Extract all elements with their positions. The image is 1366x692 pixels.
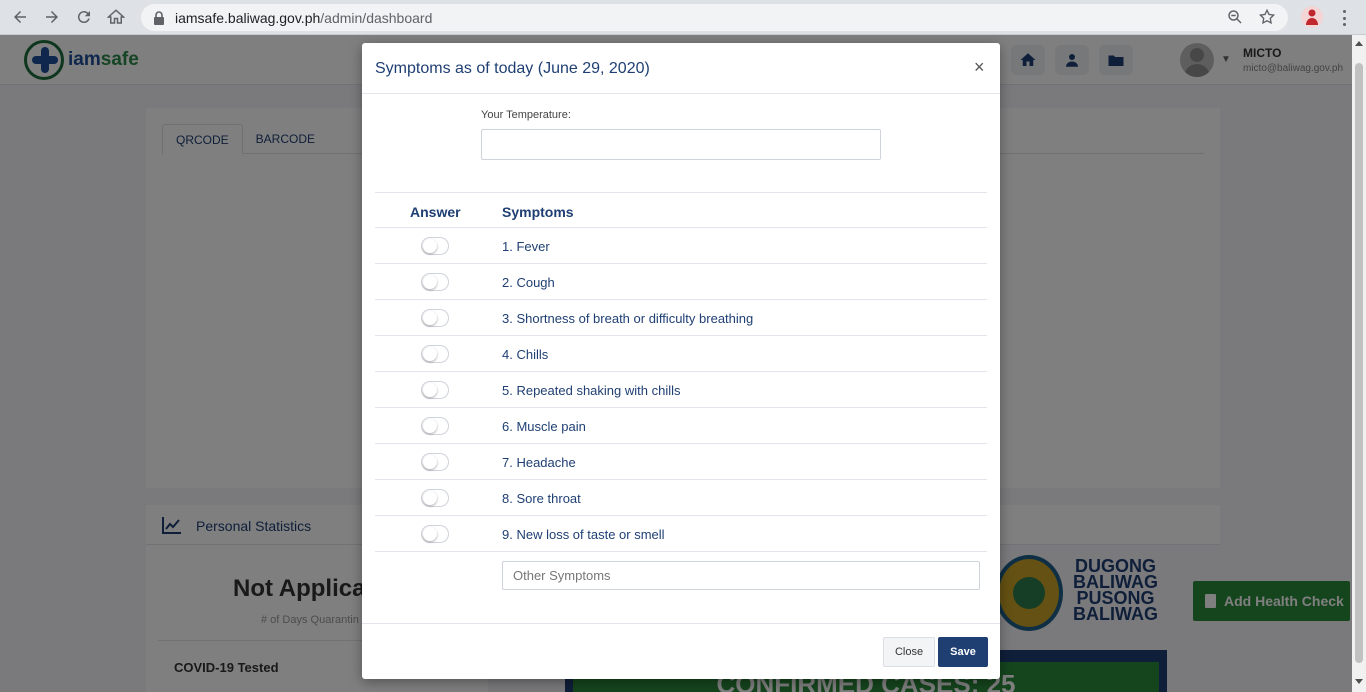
symptoms-column-header: Symptoms <box>502 204 574 220</box>
modal-footer: Close Save <box>362 623 1000 679</box>
table-row: 6. Muscle pain <box>375 408 987 444</box>
scroll-down-icon[interactable] <box>1355 679 1363 684</box>
answer-column-header: Answer <box>410 204 461 220</box>
symptom-toggle-shortness-of-breath[interactable] <box>421 309 449 327</box>
zoom-icon[interactable] <box>1226 8 1244 26</box>
table-row: 8. Sore throat <box>375 480 987 516</box>
symptom-label: 3. Shortness of breath or difficulty bre… <box>502 311 754 326</box>
symptoms-table: Answer Symptoms 1. Fever 2. Cough 3. Sho… <box>375 192 987 552</box>
scroll-up-icon[interactable] <box>1355 41 1363 46</box>
symptom-toggle-sore-throat[interactable] <box>421 489 449 507</box>
close-button[interactable]: Close <box>883 637 935 667</box>
modal-title: Symptoms as of today (June 29, 2020) <box>375 60 650 77</box>
symptoms-modal: Symptoms as of today (June 29, 2020) × Y… <box>362 43 1000 679</box>
table-header: Answer Symptoms <box>375 192 987 228</box>
address-bar[interactable]: iamsafe.baliwag.gov.ph/admin/dashboard <box>141 4 1288 31</box>
symptom-label: 6. Muscle pain <box>502 419 586 434</box>
symptom-toggle-fever[interactable] <box>421 237 449 255</box>
symptom-toggle-muscle-pain[interactable] <box>421 417 449 435</box>
url-text: iamsafe.baliwag.gov.ph/admin/dashboard <box>175 9 433 26</box>
table-row: 7. Headache <box>375 444 987 480</box>
reload-icon[interactable] <box>72 5 96 29</box>
table-row: 1. Fever <box>375 228 987 264</box>
close-icon[interactable]: × <box>974 58 985 76</box>
table-row: 5. Repeated shaking with chills <box>375 372 987 408</box>
temperature-input[interactable] <box>481 129 881 160</box>
symptom-label: 2. Cough <box>502 275 555 290</box>
table-row: 9. New loss of taste or smell <box>375 516 987 552</box>
table-row: 4. Chills <box>375 336 987 372</box>
symptom-label: 9. New loss of taste or smell <box>502 527 665 542</box>
back-icon[interactable] <box>8 5 32 29</box>
symptom-toggle-headache[interactable] <box>421 453 449 471</box>
home-icon[interactable] <box>104 5 128 29</box>
symptom-toggle-shaking[interactable] <box>421 381 449 399</box>
temperature-label: Your Temperature: <box>481 109 571 121</box>
page-scrollbar[interactable] <box>1352 35 1366 692</box>
scrollbar-thumb[interactable] <box>1355 63 1363 663</box>
star-icon[interactable] <box>1258 8 1276 26</box>
symptom-label: 1. Fever <box>502 239 550 254</box>
modal-header: Symptoms as of today (June 29, 2020) × <box>362 43 1000 94</box>
symptom-toggle-chills[interactable] <box>421 345 449 363</box>
profile-avatar-icon[interactable] <box>1301 6 1323 28</box>
save-button[interactable]: Save <box>938 637 988 667</box>
forward-icon[interactable] <box>40 5 64 29</box>
symptom-toggle-cough[interactable] <box>421 273 449 291</box>
symptom-toggle-loss-of-taste[interactable] <box>421 525 449 543</box>
table-row: 3. Shortness of breath or difficulty bre… <box>375 300 987 336</box>
symptom-label: 8. Sore throat <box>502 491 581 506</box>
browser-menu-icon[interactable] <box>1336 8 1352 28</box>
symptom-label: 5. Repeated shaking with chills <box>502 383 681 398</box>
browser-toolbar: iamsafe.baliwag.gov.ph/admin/dashboard <box>0 0 1366 35</box>
table-row: 2. Cough <box>375 264 987 300</box>
lock-icon <box>154 10 164 25</box>
symptom-label: 7. Headache <box>502 455 576 470</box>
other-symptoms-input[interactable] <box>502 561 980 590</box>
symptom-label: 4. Chills <box>502 347 549 362</box>
